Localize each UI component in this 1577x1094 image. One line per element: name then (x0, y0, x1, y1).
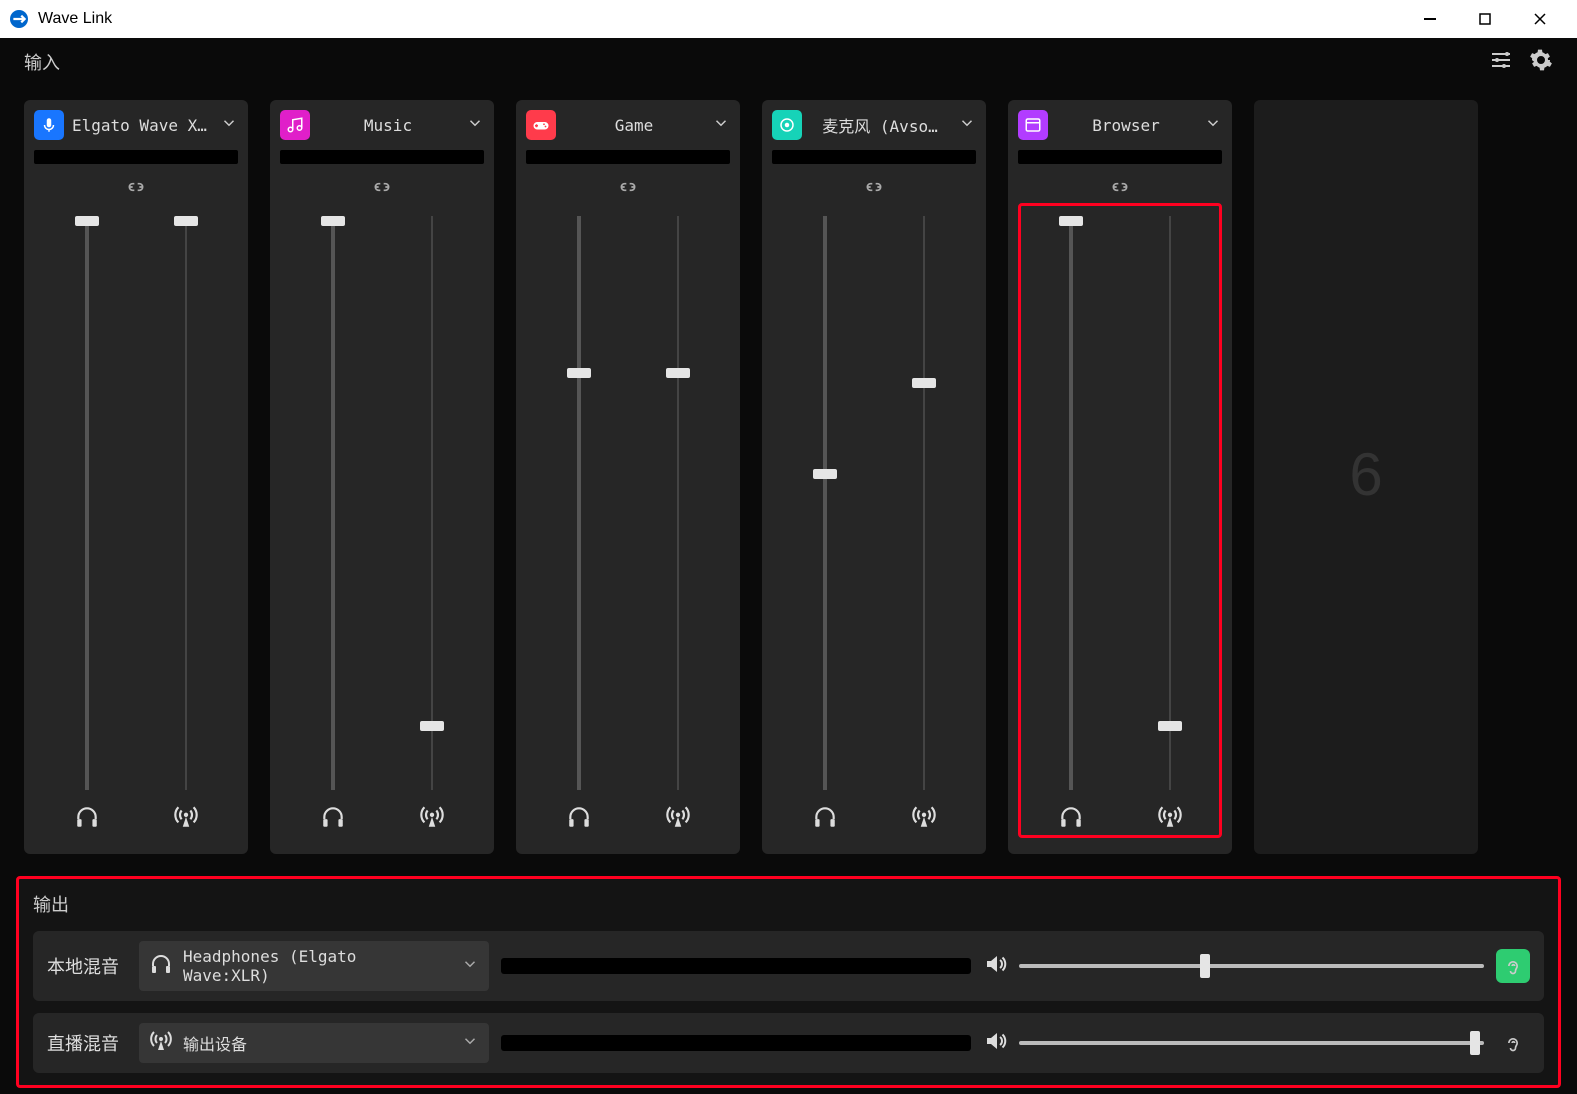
minimize-button[interactable] (1402, 0, 1457, 38)
monitor-volume-slider[interactable] (577, 216, 581, 790)
device-name: 输出设备 (183, 1031, 451, 1055)
broadcast-icon[interactable] (173, 804, 199, 835)
music-icon[interactable] (280, 110, 310, 140)
mix-label: 直播混音 (47, 1030, 127, 1056)
channel-name[interactable]: 麦克风 (Avso… (810, 113, 950, 137)
mic-icon[interactable] (34, 110, 64, 140)
channel-strip: Browser (1008, 100, 1232, 854)
output-volume-slider[interactable] (1019, 964, 1484, 968)
app-logo-icon (10, 10, 28, 28)
window-titlebar: Wave Link (0, 0, 1577, 38)
broadcast-icon (149, 1029, 173, 1057)
link-channels-icon[interactable] (526, 180, 730, 197)
headphones-icon (149, 952, 173, 980)
broadcast-icon[interactable] (911, 804, 937, 835)
input-label: 输入 (24, 49, 60, 75)
monitor-volume-slider[interactable] (823, 216, 827, 790)
chevron-down-icon[interactable] (466, 114, 484, 137)
device-select[interactable]: 输出设备 (139, 1023, 489, 1063)
slot-number: 6 (1349, 440, 1382, 509)
channel-name[interactable]: Game (564, 116, 704, 135)
add-channel-slot[interactable]: 6 (1254, 100, 1478, 854)
broadcast-icon[interactable] (665, 804, 691, 835)
channel-strip: Music (270, 100, 494, 854)
chevron-down-icon[interactable] (712, 114, 730, 137)
close-button[interactable] (1512, 0, 1567, 38)
speaker-icon[interactable] (983, 952, 1007, 981)
output-level-meter (501, 1035, 971, 1051)
level-meter (34, 150, 238, 164)
monitor-toggle[interactable] (1496, 1026, 1530, 1060)
stream-volume-slider[interactable] (677, 216, 679, 790)
output-volume-slider[interactable] (1019, 1041, 1484, 1045)
monitor-volume-slider[interactable] (331, 216, 335, 790)
record-icon[interactable] (772, 110, 802, 140)
chevron-down-icon (461, 1032, 479, 1054)
monitor-toggle[interactable] (1496, 949, 1530, 983)
browser-icon[interactable] (1018, 110, 1048, 140)
channel-strip-container: Elgato Wave XLR (0, 86, 1577, 868)
monitor-volume-slider[interactable] (1069, 216, 1073, 790)
headphones-icon[interactable] (812, 804, 838, 835)
link-channels-icon[interactable] (772, 180, 976, 197)
chevron-down-icon[interactable] (1204, 114, 1222, 137)
stream-volume-slider[interactable] (185, 216, 187, 790)
output-mix-row: 本地混音 Headphones (Elgato Wave:XLR) (33, 931, 1544, 1001)
speaker-icon[interactable] (983, 1029, 1007, 1058)
level-meter (526, 150, 730, 164)
channel-name[interactable]: Browser (1056, 116, 1196, 135)
link-channels-icon[interactable] (280, 180, 484, 197)
channel-strip: Game (516, 100, 740, 854)
monitor-volume-slider[interactable] (85, 216, 89, 790)
mix-label: 本地混音 (47, 953, 127, 979)
level-meter (280, 150, 484, 164)
device-select[interactable]: Headphones (Elgato Wave:XLR) (139, 941, 489, 991)
gamepad-icon[interactable] (526, 110, 556, 140)
stream-volume-slider[interactable] (431, 216, 433, 790)
channel-name[interactable]: Music (318, 116, 458, 135)
headphones-icon[interactable] (566, 804, 592, 835)
stream-volume-slider[interactable] (1169, 216, 1171, 790)
headphones-icon[interactable] (74, 804, 100, 835)
output-level-meter (501, 958, 971, 974)
link-channels-icon[interactable] (1018, 180, 1222, 197)
chevron-down-icon (461, 955, 479, 977)
level-meter (772, 150, 976, 164)
chevron-down-icon[interactable] (220, 114, 238, 137)
output-mix-row: 直播混音 输出设备 (33, 1013, 1544, 1073)
broadcast-icon[interactable] (419, 804, 445, 835)
chevron-down-icon[interactable] (958, 114, 976, 137)
broadcast-icon[interactable] (1157, 804, 1183, 835)
headphones-icon[interactable] (1058, 804, 1084, 835)
window-title: Wave Link (38, 10, 1402, 28)
channel-strip: Elgato Wave XLR (24, 100, 248, 854)
level-meter (1018, 150, 1222, 164)
output-panel: 输出 本地混音 Headphones (Elgato Wave:XLR) 直播混… (16, 876, 1561, 1088)
stream-volume-slider[interactable] (923, 216, 925, 790)
gear-icon[interactable] (1529, 48, 1553, 77)
channel-name[interactable]: Elgato Wave XLR (72, 116, 212, 135)
link-channels-icon[interactable] (34, 180, 238, 197)
headphones-icon[interactable] (320, 804, 346, 835)
input-header: 输入 (0, 38, 1577, 86)
maximize-button[interactable] (1457, 0, 1512, 38)
output-title: 输出 (33, 891, 1544, 917)
channel-strip: 麦克风 (Avso… (762, 100, 986, 854)
device-name: Headphones (Elgato Wave:XLR) (183, 947, 451, 985)
filters-icon[interactable] (1489, 48, 1513, 77)
